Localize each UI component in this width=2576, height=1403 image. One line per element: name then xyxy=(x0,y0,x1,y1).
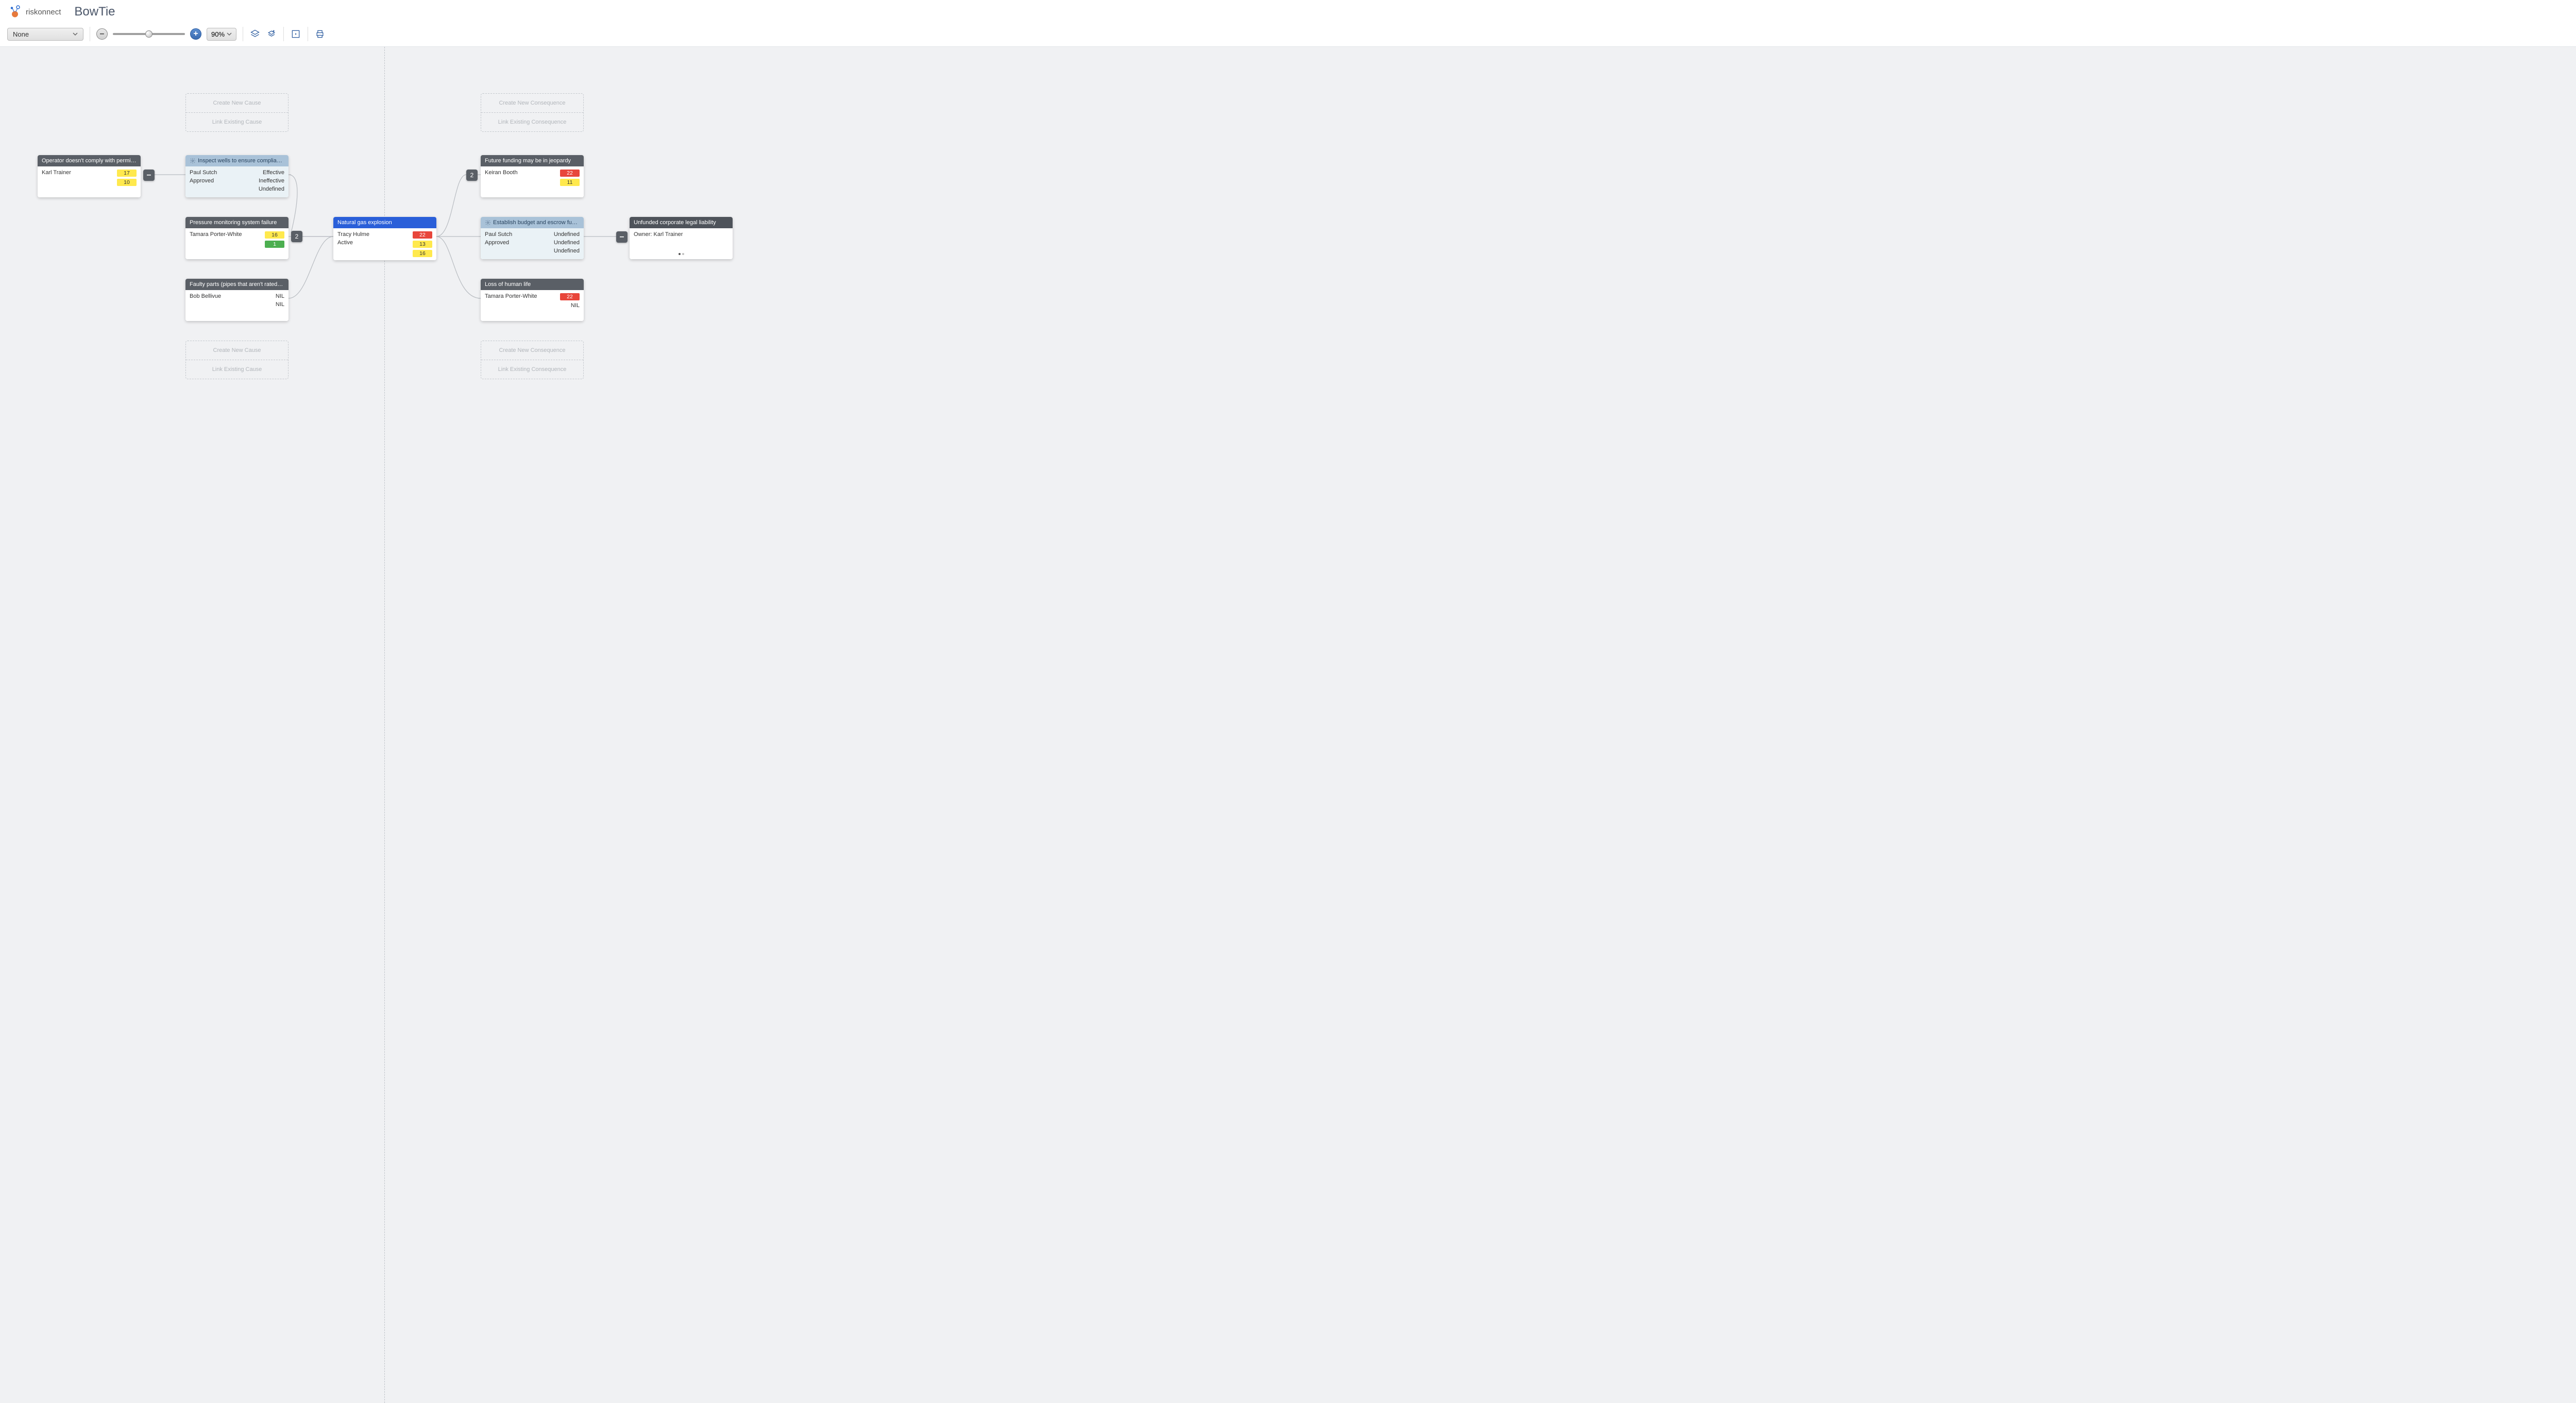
node-title: Unfunded corporate legal liability xyxy=(630,217,733,228)
node-status: Active xyxy=(337,240,369,246)
zoom-slider[interactable] xyxy=(113,33,185,35)
filter-dropdown[interactable]: None xyxy=(7,28,83,41)
node-owner: Tamara Porter-White xyxy=(190,231,242,238)
node-owner: Tamara Porter-White xyxy=(485,293,537,299)
brand-logo: riskonnect xyxy=(7,4,61,20)
brand-logo-icon xyxy=(7,4,23,20)
metric: Undefined xyxy=(259,186,284,192)
link-consequence-button[interactable]: Link Existing Consequence xyxy=(481,113,583,131)
node-owner: Paul Sutch xyxy=(485,231,512,238)
filter-dropdown-label: None xyxy=(13,30,29,38)
metric: Ineffective xyxy=(259,178,284,184)
node-title: Faulty parts (pipes that aren't rated pr… xyxy=(185,279,289,290)
cause-node-faulty[interactable]: Faulty parts (pipes that aren't rated pr… xyxy=(185,279,289,321)
metric: NIL xyxy=(276,293,284,299)
risk-badge: 13 xyxy=(413,241,432,248)
event-node[interactable]: Natural gas explosion Tracy Hulme Active… xyxy=(333,217,436,260)
risk-badge: 22 xyxy=(413,231,432,239)
fit-screen-icon[interactable] xyxy=(290,28,301,40)
risk-badge: 22 xyxy=(560,293,580,300)
layers-icon[interactable] xyxy=(249,28,261,40)
risk-badge: 17 xyxy=(117,170,137,177)
create-cause-button[interactable]: Create New Cause xyxy=(186,94,288,113)
consequence-node-funding[interactable]: Future funding may be in jeopardy Keiran… xyxy=(481,155,584,197)
cause-node-operator[interactable]: Operator doesn't comply with permit cond… xyxy=(38,155,141,197)
metric: NIL xyxy=(276,301,284,308)
ghost-cause-top: Create New Cause Link Existing Cause xyxy=(185,93,289,132)
control-node-inspect[interactable]: Inspect wells to ensure compliance wit..… xyxy=(185,155,289,197)
risk-badge: 10 xyxy=(117,179,137,186)
ghost-cause-bottom: Create New Cause Link Existing Cause xyxy=(185,341,289,379)
node-approval: Approved xyxy=(190,178,217,184)
consequence-node-life[interactable]: Loss of human life Tamara Porter-White 2… xyxy=(481,279,584,321)
ghost-consequence-top: Create New Consequence Link Existing Con… xyxy=(481,93,584,132)
node-approval: Approved xyxy=(485,240,512,246)
risk-badge: 16 xyxy=(265,231,284,239)
create-consequence-button[interactable]: Create New Consequence xyxy=(481,341,583,360)
risk-badge: 22 xyxy=(560,170,580,177)
brand-name: riskonnect xyxy=(26,8,61,16)
pagination-dots[interactable] xyxy=(634,252,728,256)
chevron-down-icon xyxy=(227,31,232,37)
risk-badge: 11 xyxy=(560,179,580,186)
collapse-toggle-right[interactable]: – xyxy=(616,231,628,243)
risk-badge: 1 xyxy=(265,241,284,248)
diagram-canvas[interactable]: Create New Cause Link Existing Cause Cre… xyxy=(0,47,2576,1403)
zoom-in-button[interactable]: + xyxy=(190,28,201,40)
toolbar-divider xyxy=(283,27,284,41)
node-title: Loss of human life xyxy=(481,279,584,290)
node-owner: Paul Sutch xyxy=(190,170,217,176)
pager-dot xyxy=(682,253,684,255)
create-consequence-button[interactable]: Create New Consequence xyxy=(481,94,583,113)
metric: Effective xyxy=(263,170,284,176)
node-title: Future funding may be in jeopardy xyxy=(481,155,584,166)
zoom-level-label: 90% xyxy=(211,30,225,38)
link-cause-button[interactable]: Link Existing Cause xyxy=(186,360,288,379)
layers-add-icon[interactable] xyxy=(266,28,277,40)
print-icon[interactable] xyxy=(314,28,326,40)
ghost-consequence-bottom: Create New Consequence Link Existing Con… xyxy=(481,341,584,379)
control-node-budget[interactable]: Establish budget and escrow fund for ...… xyxy=(481,217,584,259)
node-owner: Karl Trainer xyxy=(42,170,71,176)
create-cause-button[interactable]: Create New Cause xyxy=(186,341,288,360)
zoom-out-button[interactable]: – xyxy=(96,28,108,40)
risk-badge: 16 xyxy=(413,250,432,257)
node-title: Operator doesn't comply with permit cond… xyxy=(38,155,141,166)
cause-node-pressure[interactable]: Pressure monitoring system failure Tamar… xyxy=(185,217,289,259)
node-owner: Keiran Booth xyxy=(485,170,518,176)
metric: Undefined xyxy=(554,231,580,238)
count-badge-left[interactable]: 2 xyxy=(291,231,302,242)
node-title: Establish budget and escrow fund for ... xyxy=(481,217,584,228)
chevron-down-icon xyxy=(73,31,78,37)
metric: NIL xyxy=(571,302,580,309)
metric: Undefined xyxy=(554,248,580,254)
link-cause-button[interactable]: Link Existing Cause xyxy=(186,113,288,131)
collapse-toggle-left[interactable]: – xyxy=(143,170,155,181)
node-owner: Tracy Hulme xyxy=(337,231,369,238)
zoom-level-dropdown[interactable]: 90% xyxy=(207,28,236,41)
zoom-slider-thumb[interactable] xyxy=(145,30,152,38)
toolbar: None – + 90% xyxy=(0,24,2576,47)
node-title: Natural gas explosion xyxy=(333,217,436,228)
gear-icon xyxy=(485,219,491,226)
link-consequence-button[interactable]: Link Existing Consequence xyxy=(481,360,583,379)
node-owner: Owner: Karl Trainer xyxy=(634,231,728,238)
node-title: Inspect wells to ensure compliance wit..… xyxy=(185,155,289,166)
consequence-node-legal[interactable]: Unfunded corporate legal liability Owner… xyxy=(630,217,733,259)
pager-dot xyxy=(679,253,681,255)
app-title: BowTie xyxy=(74,5,115,19)
gear-icon xyxy=(190,158,196,164)
count-badge-right[interactable]: 2 xyxy=(466,170,478,181)
metric: Undefined xyxy=(554,240,580,246)
node-owner: Bob Bellivue xyxy=(190,293,221,299)
app-header: riskonnect BowTie xyxy=(0,0,2576,24)
node-title: Pressure monitoring system failure xyxy=(185,217,289,228)
